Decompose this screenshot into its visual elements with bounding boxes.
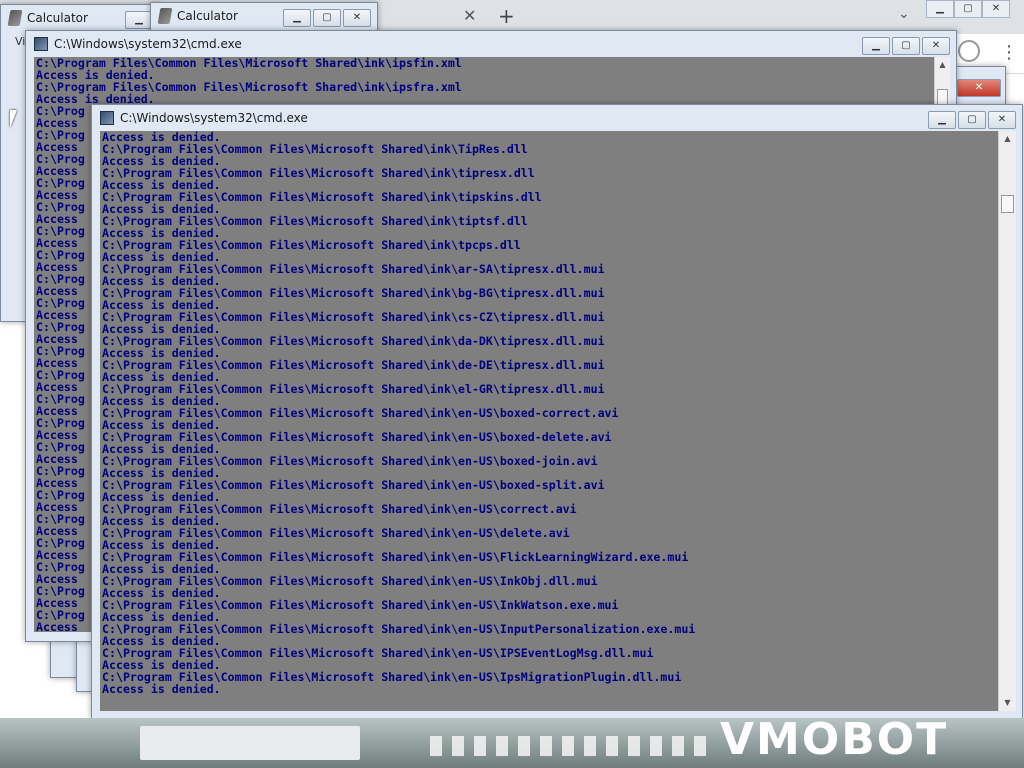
tab-list-chevron-icon[interactable]: ⌄ <box>898 6 910 22</box>
cmd-icon <box>34 37 48 51</box>
cmd-icon <box>100 111 114 125</box>
calculator-title: Calculator <box>177 9 238 23</box>
cmd-titlebar[interactable]: C:\Windows\system32\cmd.exe <box>92 105 1022 131</box>
wallpaper-crowd <box>430 736 710 756</box>
cmd-controls: ▁ ▢ ✕ <box>928 111 1016 129</box>
calculator-controls: ▁ <box>125 11 153 29</box>
calculator-menu-view[interactable]: Vi <box>15 35 25 48</box>
calculator-title: Calculator <box>27 11 88 25</box>
mouse-cursor-icon <box>10 110 17 128</box>
cmd-titlebar[interactable]: C:\Windows\system32\cmd.exe <box>26 31 956 57</box>
scroll-up-arrow-icon[interactable]: ▲ <box>935 57 950 73</box>
browser-close-button[interactable]: ✕ <box>982 0 1010 18</box>
close-tab-icon[interactable]: ✕ <box>463 6 476 25</box>
console-scrollbar[interactable]: ▲ ▼ <box>998 131 1016 711</box>
calculator-icon <box>157 8 173 24</box>
minimize-button[interactable]: ▁ <box>862 37 890 55</box>
scroll-thumb[interactable] <box>1001 195 1014 213</box>
browser-maximize-button[interactable]: ▢ <box>954 0 982 18</box>
console-output[interactable]: Access is denied. C:\Program Files\Commo… <box>100 131 998 711</box>
close-button[interactable]: ✕ <box>343 9 371 27</box>
browser-menu-icon[interactable]: ⋮ <box>1000 42 1018 63</box>
calculator-controls: ▁ ▢ ✕ <box>283 9 371 27</box>
wallpaper-object <box>140 726 360 760</box>
maximize-button[interactable]: ▢ <box>958 111 986 129</box>
minimize-button[interactable]: ▁ <box>125 11 153 29</box>
scroll-up-arrow-icon[interactable]: ▲ <box>999 131 1016 147</box>
maximize-button[interactable]: ▢ <box>892 37 920 55</box>
minimize-button[interactable]: ▁ <box>928 111 956 129</box>
close-button[interactable]: ✕ <box>957 79 1001 97</box>
close-button[interactable]: ✕ <box>922 37 950 55</box>
desktop-wallpaper: VMOBOT <box>0 718 1024 768</box>
cmd-title: C:\Windows\system32\cmd.exe <box>54 37 242 51</box>
background-window-controls: ✕ <box>957 79 1001 97</box>
browser-minimize-button[interactable]: ▁ <box>926 0 954 18</box>
calculator-icon <box>7 10 23 26</box>
cmd-controls: ▁ ▢ ✕ <box>862 37 950 55</box>
minimize-button[interactable]: ▁ <box>283 9 311 27</box>
cmd-window-front: C:\Windows\system32\cmd.exe ▁ ▢ ✕ Access… <box>91 104 1023 720</box>
scroll-down-arrow-icon[interactable]: ▼ <box>999 695 1016 711</box>
browser-window-controls: ▁ ▢ ✕ <box>926 0 1010 18</box>
console-text: Access is denied. C:\Program Files\Commo… <box>102 131 696 696</box>
wallpaper-sign: VMOBOT <box>720 718 949 765</box>
extension-icon[interactable] <box>958 40 980 62</box>
close-button[interactable]: ✕ <box>988 111 1016 129</box>
cmd-title: C:\Windows\system32\cmd.exe <box>120 111 308 125</box>
new-tab-button[interactable]: + <box>498 4 515 28</box>
maximize-button[interactable]: ▢ <box>313 9 341 27</box>
